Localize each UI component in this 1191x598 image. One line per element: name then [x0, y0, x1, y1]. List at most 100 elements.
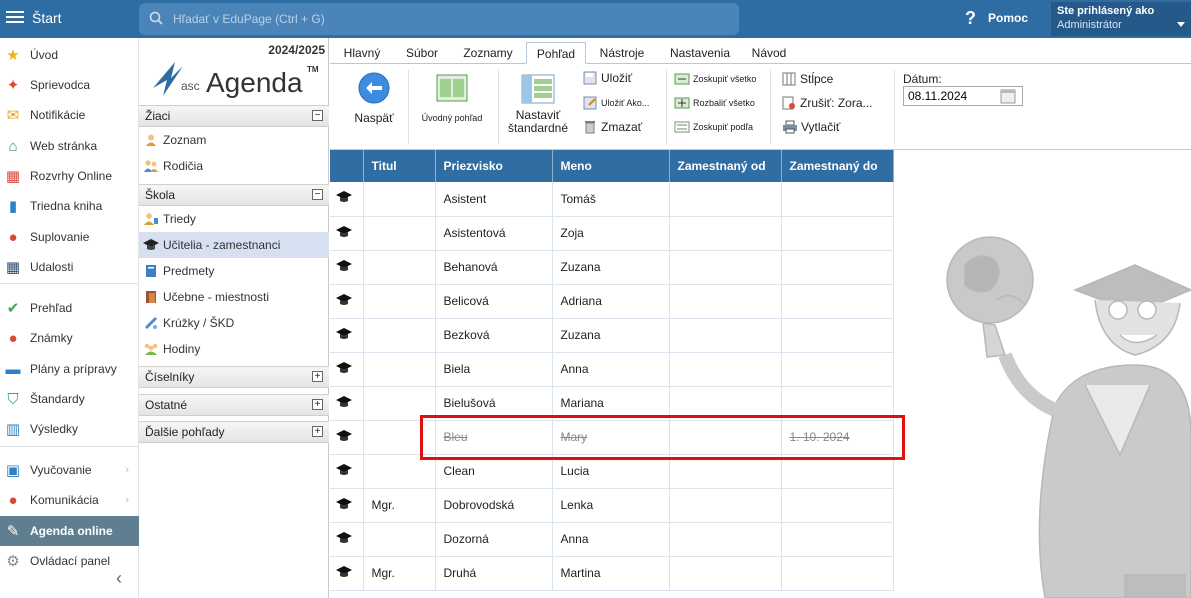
teacher-cap-icon: [330, 284, 364, 319]
cell-titul: [363, 352, 436, 387]
sidebar-item-1[interactable]: ★ Úvod: [0, 40, 139, 70]
collapse-sidebar-icon[interactable]: ‹: [116, 568, 122, 589]
set-default-button[interactable]: Nastaviť štandardné: [504, 74, 572, 135]
sidebar-item-9[interactable]: ✔ Prehľad: [0, 293, 139, 323]
panel-item-triedy[interactable]: Triedy: [139, 206, 329, 232]
tab-4[interactable]: Pohľad: [526, 42, 586, 64]
group-by-icon: [674, 121, 690, 133]
expand-icon[interactable]: +: [312, 371, 323, 382]
panel-item-hodiny[interactable]: Hodiny: [139, 336, 329, 362]
sidebar-item-5[interactable]: ▦ Rozvrhy Online: [0, 161, 139, 191]
group-all-button[interactable]: Zoskupiť všetko: [674, 73, 756, 85]
tab-5[interactable]: Nástroje: [590, 42, 654, 64]
tab-7[interactable]: Návod: [744, 42, 794, 64]
tab-3[interactable]: Zoznamy: [454, 42, 522, 64]
check-icon: ✔: [6, 300, 20, 317]
section-ciselniky[interactable]: Číselníky +: [139, 366, 329, 388]
cell-titul: [363, 284, 436, 319]
sidebar-item-8[interactable]: ▦ Udalosti: [0, 252, 139, 282]
group-by-button[interactable]: Zoskupiť podľa: [674, 121, 753, 133]
save-as-button[interactable]: Uložiť Ako...: [583, 96, 649, 110]
section-skola[interactable]: Škola −: [139, 184, 329, 206]
panel-item-ucebne[interactable]: Učebne - miestnosti: [139, 284, 329, 310]
cell-priezvisko: Asistentová: [435, 216, 553, 251]
panel-item-rodicia[interactable]: Rodičia: [139, 153, 329, 179]
cell-priezvisko: Behanová: [435, 250, 553, 285]
tab-2[interactable]: Súbor: [394, 42, 450, 64]
section-ostatne[interactable]: Ostatné +: [139, 394, 329, 416]
cell-od: [669, 250, 782, 285]
cell-meno: Zuzana: [552, 250, 670, 285]
cancel-sort-button[interactable]: Zrušiť: Zora...: [782, 96, 873, 110]
back-button[interactable]: Naspäť: [350, 72, 398, 125]
home-icon: ⌂: [8, 137, 18, 155]
tab-1[interactable]: Hlavný: [334, 42, 390, 64]
sidebar-item-12[interactable]: ⛉ Štandardy: [0, 384, 139, 414]
chat-icon: ●: [8, 491, 18, 509]
columns-button[interactable]: Stĺpce: [782, 72, 833, 86]
help-link[interactable]: Pomoc: [988, 11, 1028, 25]
floppy-icon: [583, 71, 597, 85]
expand-all-button[interactable]: Rozbaliť všetko: [674, 97, 755, 109]
search-box: [139, 3, 739, 35]
sidebar-item-10[interactable]: ● Známky: [0, 323, 139, 353]
expand-icon[interactable]: +: [312, 399, 323, 410]
home-view-button[interactable]: Úvodný pohľad: [416, 74, 488, 123]
section-ziaci[interactable]: Žiaci −: [139, 105, 329, 127]
sidebar-item-14[interactable]: ▣ Vyučovanie ›: [0, 455, 139, 485]
table-row[interactable]: Bielušová Mariana: [330, 386, 894, 421]
sidebar-item-6[interactable]: ▮ Triedna kniha: [0, 191, 139, 221]
cell-meno: Zoja: [552, 216, 670, 251]
collapse-icon[interactable]: −: [312, 189, 323, 200]
cell-do: [781, 386, 894, 421]
delete-button[interactable]: Zmazať: [583, 120, 642, 134]
sidebar-item-2[interactable]: ✦ Sprievodca: [0, 70, 139, 100]
sidebar-item-4[interactable]: ⌂ Web stránka: [0, 131, 139, 161]
table-row[interactable]: Dozorná Anna: [330, 522, 894, 557]
sidebar-item-13[interactable]: ▥ Výsledky: [0, 414, 139, 444]
sidebar-item-15[interactable]: ● Komunikácia ›: [0, 485, 139, 515]
table-row[interactable]: Belicová Adriana: [330, 284, 894, 319]
sidebar-item-3[interactable]: ✉ Notifikácie: [0, 100, 139, 130]
panel-item-kruzky[interactable]: Krúžky / ŠKD: [139, 310, 329, 336]
save-button[interactable]: Uložiť: [583, 71, 632, 85]
header-priezvisko[interactable]: Priezvisko: [435, 150, 553, 182]
sidebar-item-11[interactable]: ▬ Plány a prípravy: [0, 354, 139, 384]
print-button[interactable]: Vytlačiť: [782, 120, 840, 134]
sidebar-item-label: Rozvrhy Online: [30, 169, 113, 183]
header-zamestnany-od[interactable]: Zamestnaný od: [669, 150, 782, 182]
header-zamestnany-do[interactable]: Zamestnaný do: [781, 150, 894, 182]
collapse-icon[interactable]: −: [312, 110, 323, 121]
table-row[interactable]: Mgr. Druhá Martina: [330, 556, 894, 591]
panel-item-ucitelia[interactable]: Učitelia - zamestnanci: [139, 232, 329, 258]
login-dropdown[interactable]: Ste prihlásený ako Administrátor: [1051, 2, 1191, 36]
cell-od: [669, 556, 782, 591]
start-link[interactable]: Štart: [32, 10, 62, 26]
table-row[interactable]: Asistentová Zoja: [330, 216, 894, 251]
sidebar-divider: [0, 446, 139, 447]
section-dalsie[interactable]: Ďalšie pohľady +: [139, 421, 329, 443]
table-row[interactable]: Mgr. Dobrovodská Lenka: [330, 488, 894, 523]
sidebar-item-16[interactable]: ✎ Agenda online: [0, 516, 139, 546]
sidebar-item-7[interactable]: ● Suplovanie: [0, 222, 139, 252]
table-row[interactable]: Biela Anna: [330, 352, 894, 387]
help-icon[interactable]: ?: [965, 8, 976, 29]
panel-item-predmety[interactable]: Predmety: [139, 258, 329, 284]
tab-6[interactable]: Nastavenia: [660, 42, 740, 64]
table-row[interactable]: Bleu Mary 1. 10. 2024: [330, 420, 894, 455]
search-input[interactable]: [173, 3, 733, 35]
panel-item-zoznam[interactable]: Zoznam: [139, 127, 329, 153]
envelope-icon: ✉: [6, 107, 20, 124]
search-icon: [149, 11, 163, 25]
header-meno[interactable]: Meno: [552, 150, 670, 182]
table-header-row: Titul Priezvisko Meno Zamestnaný od Zame…: [330, 150, 894, 182]
calendar-icon[interactable]: [1000, 88, 1016, 104]
table-row[interactable]: Asistent Tomáš: [330, 182, 894, 217]
sidebar-item-label: Notifikácie: [30, 108, 86, 122]
hamburger-menu-icon[interactable]: [6, 8, 24, 26]
table-row[interactable]: Behanová Zuzana: [330, 250, 894, 285]
expand-icon[interactable]: +: [312, 426, 323, 437]
header-titul[interactable]: Titul: [363, 150, 436, 182]
table-row[interactable]: Bezková Zuzana: [330, 318, 894, 353]
table-row[interactable]: Clean Lucia: [330, 454, 894, 489]
